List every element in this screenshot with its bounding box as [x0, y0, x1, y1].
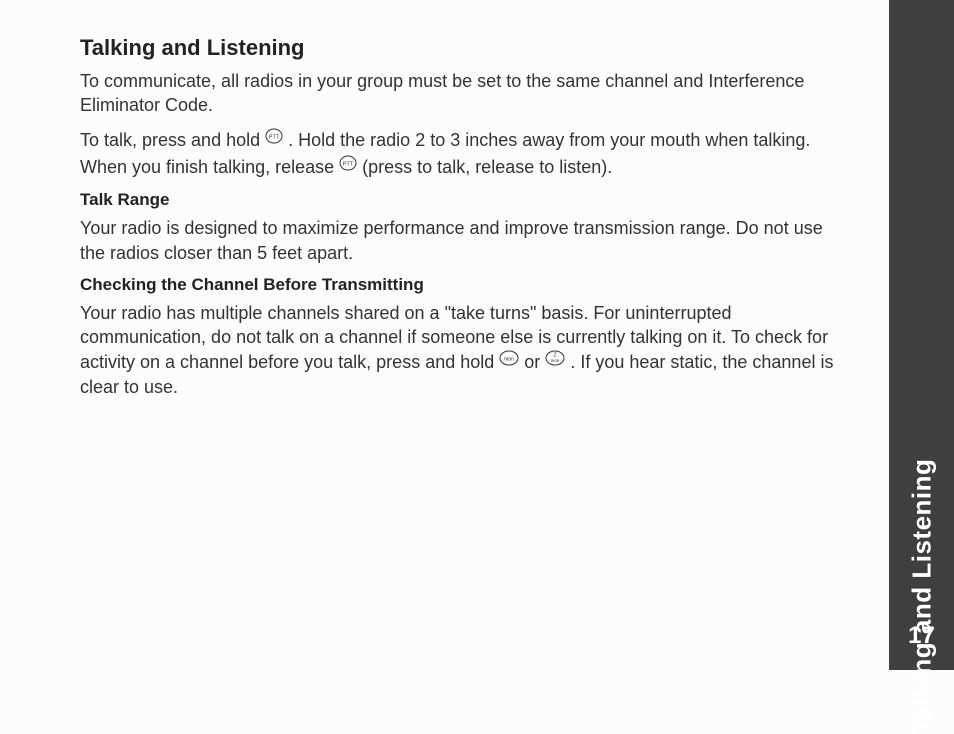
svg-text:PTT: PTT [269, 134, 280, 140]
talk-range-body: Your radio is designed to maximize perfo… [80, 216, 850, 265]
svg-text:mon: mon [504, 356, 514, 362]
mon-button-icon: mon [499, 349, 519, 373]
release-paragraph: When you finish talking, release PTT (pr… [80, 155, 850, 180]
side-tab: Talking and Listening 17 [889, 0, 954, 670]
main-content: Talking and Listening To communicate, al… [80, 35, 850, 409]
ptt-button-icon: PTT [265, 127, 283, 151]
checking-text-2: or [524, 352, 545, 372]
svg-text:PTT: PTT [343, 162, 354, 168]
talk-paragraph: To talk, press and hold PTT . Hold the r… [80, 128, 850, 153]
checking-heading: Checking the Channel Before Transmitting [80, 275, 850, 295]
talk-text-1: To talk, press and hold [80, 130, 265, 150]
talk-range-heading: Talk Range [80, 190, 850, 210]
section-title: Talking and Listening [80, 35, 850, 61]
intro-paragraph: To communicate, all radios in your group… [80, 69, 850, 118]
page-number: 17 [889, 622, 954, 650]
mon-z-button-icon: Z mon [545, 349, 565, 373]
ptt-button-icon: PTT [339, 154, 357, 178]
side-tab-label: Talking and Listening [906, 459, 937, 734]
svg-text:mon: mon [551, 358, 560, 363]
talk-text-2: . Hold the radio 2 to 3 inches away from… [288, 130, 810, 150]
checking-body: Your radio has multiple channels shared … [80, 301, 850, 399]
release-text-1: When you finish talking, release [80, 157, 339, 177]
document-page: Talking and Listening To communicate, al… [0, 0, 954, 670]
release-text-2: (press to talk, release to listen). [362, 157, 612, 177]
